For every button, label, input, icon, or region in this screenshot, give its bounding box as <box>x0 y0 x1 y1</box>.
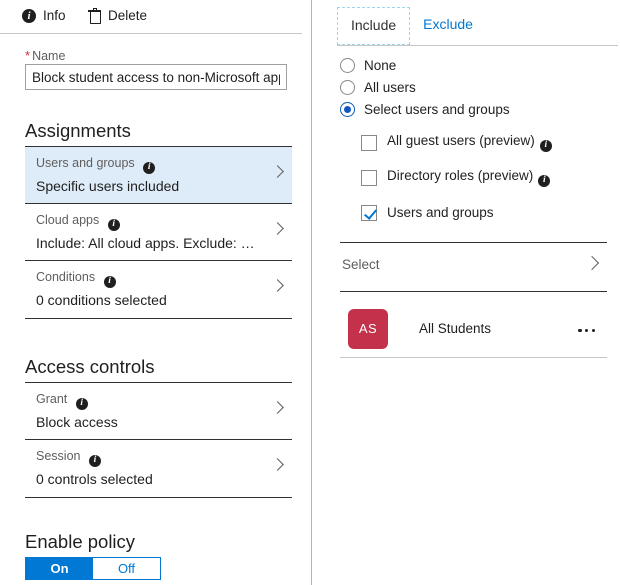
chevron-right-icon <box>584 255 600 271</box>
select-users-row[interactable]: Select <box>340 242 607 292</box>
nav-row-title-text: Grant <box>36 392 68 406</box>
nav-row-conditions-value: 0 conditions selected <box>36 291 167 308</box>
name-input[interactable] <box>25 64 287 90</box>
checkbox-all-guest-users[interactable]: All guest users (preview) i <box>361 133 552 152</box>
nav-row-cloud-apps-title: Cloud apps i <box>36 213 292 231</box>
include-options-checkbox-group: All guest users (preview) i Directory rol… <box>361 133 552 238</box>
checkbox-checked-icon <box>361 204 377 221</box>
policy-left-panel: i Info Delete *Name Assignments Users an… <box>0 0 311 585</box>
info-button[interactable]: i Info <box>22 8 66 24</box>
info-button-label: Info <box>43 8 66 23</box>
nav-row-session[interactable]: Session i 0 controls selected <box>25 439 292 498</box>
info-circle-icon[interactable]: i <box>538 174 551 187</box>
assignments-section-title: Assignments <box>25 120 131 141</box>
tabs-divider <box>337 45 618 46</box>
name-label-text: Name <box>32 49 66 63</box>
radio-select-users-and-groups-label: Select users and groups <box>364 102 510 117</box>
ellipsis-icon[interactable] <box>578 329 595 333</box>
enable-policy-title: Enable policy <box>25 531 136 552</box>
list-item-name: All Students <box>419 321 492 336</box>
avatar: AS <box>348 308 388 349</box>
name-field-label: * Name <box>25 48 65 63</box>
checkbox-users-and-groups-label: Users and groups <box>387 205 494 220</box>
toolbar-divider <box>0 33 302 34</box>
radio-none[interactable]: None <box>340 56 510 75</box>
checkbox-users-and-groups[interactable]: Users and groups <box>361 203 552 222</box>
list-item[interactable]: AS All Students <box>340 300 607 358</box>
trash-icon <box>88 8 101 25</box>
info-circle-icon[interactable]: i <box>103 275 116 288</box>
nav-row-session-title: Session i <box>36 449 292 467</box>
conditional-access-policy-screen: i Info Delete *Name Assignments Users an… <box>0 0 620 585</box>
info-circle-icon: i <box>22 9 36 23</box>
nav-row-title-text: Cloud apps <box>36 213 100 227</box>
radio-all-users[interactable]: All users <box>340 78 510 97</box>
info-circle-icon[interactable]: i <box>539 139 552 152</box>
nav-row-conditions-title: Conditions i <box>36 270 292 288</box>
radio-none-label: None <box>364 58 397 73</box>
tab-include[interactable]: Include <box>337 7 411 45</box>
nav-row-title-text: Conditions <box>36 270 96 284</box>
include-scope-radio-group: None All users Select users and groups <box>340 56 510 122</box>
info-circle-icon[interactable]: i <box>107 218 120 231</box>
checkbox-label-text: Directory roles (preview) <box>387 168 534 184</box>
nav-row-users-and-groups[interactable]: Users and groups i Specific users includ… <box>25 146 292 204</box>
info-circle-icon[interactable]: i <box>88 454 101 467</box>
radio-selected-icon <box>340 102 355 117</box>
radio-icon <box>340 58 355 73</box>
nav-row-grant-title: Grant i <box>36 392 292 410</box>
checkbox-icon <box>361 169 377 186</box>
nav-row-users-and-groups-value: Specific users included <box>36 177 180 194</box>
enable-policy-on-button[interactable]: On <box>26 558 93 579</box>
nav-row-conditions[interactable]: Conditions i 0 conditions selected <box>25 260 292 319</box>
nav-row-title-text: Users and groups <box>36 156 135 170</box>
include-exclude-tabs: Include Exclude <box>337 7 486 45</box>
info-circle-icon[interactable]: i <box>75 397 88 410</box>
checkbox-directory-roles-label: Directory roles (preview) i <box>387 168 551 187</box>
radio-select-users-and-groups[interactable]: Select users and groups <box>340 100 510 119</box>
info-circle-icon[interactable]: i <box>143 161 156 174</box>
checkbox-label-text: All guest users (preview) <box>387 133 535 149</box>
enable-policy-off-button[interactable]: Off <box>93 558 160 579</box>
nav-row-cloud-apps[interactable]: Cloud apps i Include: All cloud apps. Ex… <box>25 203 292 261</box>
checkbox-directory-roles[interactable]: Directory roles (preview) i <box>361 168 552 187</box>
tab-exclude[interactable]: Exclude <box>410 7 486 43</box>
nav-row-grant-value: Block access <box>36 413 118 430</box>
delete-button[interactable]: Delete <box>88 8 148 25</box>
nav-row-cloud-apps-value: Include: All cloud apps. Exclude: … <box>36 234 255 251</box>
nav-row-title-text: Session <box>36 449 81 463</box>
nav-row-users-and-groups-title: Users and groups i <box>36 156 292 174</box>
command-toolbar: i Info Delete <box>0 0 311 33</box>
required-marker: * <box>25 48 31 63</box>
radio-all-users-label: All users <box>364 80 416 95</box>
select-users-row-label: Select <box>342 257 380 272</box>
nav-row-grant[interactable]: Grant i Block access <box>25 382 292 440</box>
radio-icon <box>340 80 355 95</box>
enable-policy-toggle[interactable]: On Off <box>25 557 161 580</box>
delete-button-label: Delete <box>108 8 148 23</box>
access-controls-section-title: Access controls <box>25 356 155 377</box>
checkbox-icon <box>361 134 377 151</box>
checkbox-all-guest-users-label: All guest users (preview) i <box>387 133 552 152</box>
nav-row-session-value: 0 controls selected <box>36 470 153 487</box>
